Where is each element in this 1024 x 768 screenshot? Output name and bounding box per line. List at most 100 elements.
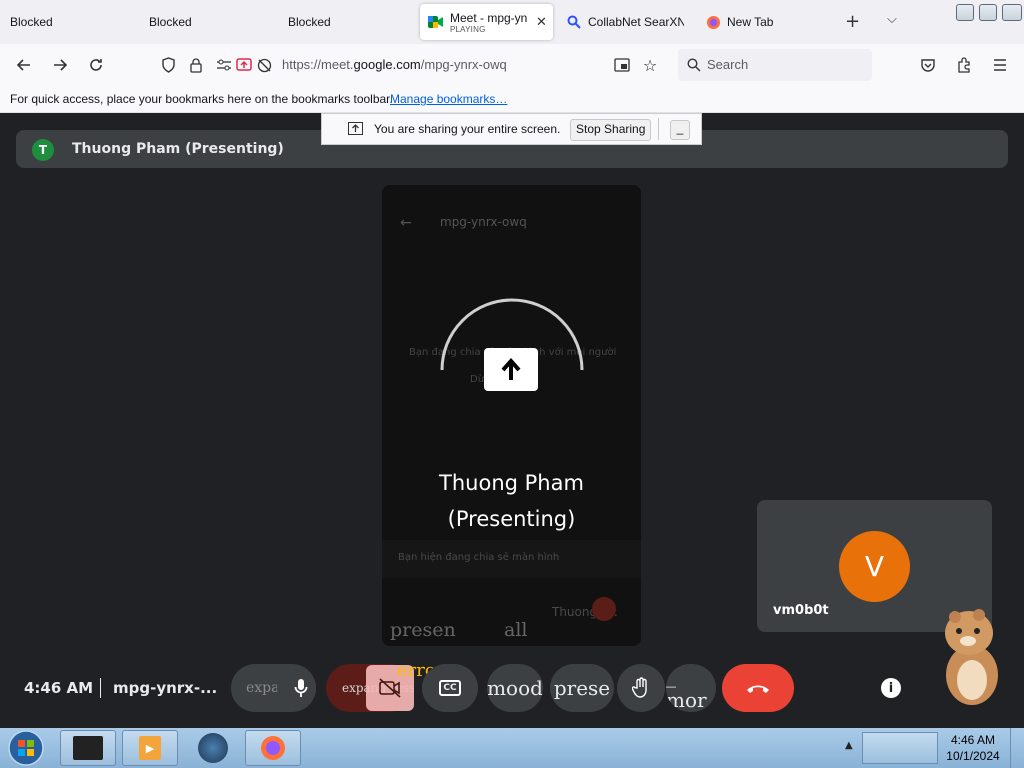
windows-logo-icon [8, 730, 44, 766]
hang-up-phone-icon [747, 685, 769, 693]
raise-hand-icon [632, 677, 647, 698]
toolbar-divider [100, 678, 101, 698]
mood-label: mood [487, 676, 543, 700]
permissions-icon[interactable] [214, 55, 234, 75]
navigation-toolbar: https://meet.google.com/mpg-ynrx-owq ☆ S… [0, 44, 1024, 86]
new-tab-plus-icon[interactable]: + [845, 11, 860, 32]
url-path: /mpg-ynrx-owq [420, 57, 507, 72]
broken-present-label: presen [390, 619, 456, 641]
search-icon [566, 14, 582, 30]
start-button[interactable] [6, 730, 46, 766]
forward-arrow-icon[interactable] [50, 55, 70, 75]
present-screen-button[interactable]: prese [550, 664, 614, 712]
taskbar-date: 10/1/2024 [946, 749, 1000, 763]
meeting-details-info-icon[interactable]: i [881, 678, 901, 698]
back-arrow-icon[interactable] [14, 55, 34, 75]
stop-sharing-button[interactable]: Stop Sharing [570, 119, 652, 141]
show-desktop-button[interactable] [1010, 728, 1024, 768]
tab-title: Blocked [149, 15, 192, 29]
url-domain: google.com [353, 57, 421, 72]
minimize-notice-button[interactable]: _ [670, 120, 690, 140]
screen-share-indicator-icon[interactable] [234, 55, 254, 75]
tab-title: New Tab [727, 15, 774, 29]
bookmark-star-icon[interactable]: ☆ [640, 55, 660, 75]
search-placeholder: Search [707, 57, 749, 72]
broken-all-label: all [504, 619, 528, 641]
extensions-puzzle-icon[interactable] [954, 55, 974, 75]
notice-divider [658, 118, 659, 140]
search-input[interactable]: Search [678, 49, 872, 81]
firefox-icon [261, 736, 285, 760]
tab-meet[interactable]: Meet - mpg-yn PLAYING ✕ [420, 4, 553, 40]
presenter-bar-label: Thuong Pham (Presenting) [72, 141, 284, 157]
self-avatar: V [839, 531, 910, 602]
microphone-icon[interactable] [277, 664, 316, 712]
phone-hangup-icon [592, 597, 616, 621]
phone-banner-text: Bạn hiện đang chia sẻ màn hình [398, 552, 560, 563]
tracking-protection-shield-icon[interactable] [158, 55, 178, 75]
taskbar-clock[interactable]: 4:46 AM 10/1/2024 [940, 732, 1006, 764]
pocket-icon[interactable] [918, 55, 938, 75]
more-label: _ mor [666, 664, 707, 712]
more-options-button[interactable]: _ mor [666, 664, 716, 712]
list-tabs-chevron-icon[interactable]: ⌵ [887, 12, 897, 27]
taskbar-app-terminal[interactable] [60, 730, 116, 766]
network-globe-icon[interactable] [198, 733, 228, 763]
search-icon [684, 55, 704, 75]
reactions-button[interactable]: mood [487, 664, 543, 712]
restore-window-button[interactable] [979, 4, 997, 21]
tab-title: Blocked [10, 15, 53, 29]
phone-back-arrow-icon: ← [400, 215, 412, 231]
url-prefix: https://meet. [282, 57, 354, 72]
system-tray-icons[interactable] [862, 732, 938, 764]
share-screen-icon [348, 122, 363, 138]
tab-playing-label: PLAYING [450, 24, 486, 34]
lock-icon[interactable] [186, 55, 206, 75]
taskbar-time: 4:46 AM [950, 733, 996, 747]
meeting-clock: 4:46 AM [24, 679, 94, 697]
presenter-avatar: T [32, 139, 54, 161]
autoplay-blocked-icon[interactable] [254, 55, 274, 75]
sharing-notice-text: You are sharing your entire screen. [374, 122, 561, 136]
presenter-tile-name: Thuong Pham (Presenting) [382, 465, 641, 537]
hamburger-menu-icon[interactable] [990, 55, 1010, 75]
captions-button[interactable]: CC [422, 664, 478, 712]
url-text[interactable]: https://meet.google.com/mpg-ynrx-owq [282, 57, 507, 72]
mic-control[interactable]: expa [231, 664, 316, 712]
tab-title: Meet - mpg-yn [450, 10, 528, 25]
tab-blocked-3[interactable]: Blocked [280, 4, 415, 40]
raise-hand-button[interactable] [617, 664, 665, 712]
os-taskbar: ▶ ▲ 4:46 AM 10/1/2024 [0, 728, 1024, 768]
sharing-indicator: You are sharing your entire screen. Stop… [321, 113, 702, 145]
taskbar-app-media-player[interactable]: ▶ [122, 730, 178, 766]
tab-new-tab[interactable]: New Tab [697, 4, 832, 40]
reload-icon[interactable] [86, 55, 106, 75]
upload-arrow-icon [484, 348, 538, 391]
firefox-icon [705, 14, 721, 30]
tab-title: Blocked [288, 15, 331, 29]
closed-captions-icon: CC [439, 680, 461, 696]
tab-blocked-2[interactable]: Blocked [140, 4, 275, 40]
close-tab-icon[interactable]: ✕ [536, 14, 547, 30]
leave-call-button[interactable] [722, 664, 794, 712]
url-bar[interactable]: https://meet.google.com/mpg-ynrx-owq ☆ [152, 49, 672, 81]
bookmarks-hint-text: For quick access, place your bookmarks h… [10, 92, 393, 106]
show-hidden-icons-arrow[interactable]: ▲ [840, 728, 860, 768]
manage-bookmarks-link[interactable]: Manage bookmarks… [390, 92, 507, 106]
presenter-name-line1: Thuong Pham [439, 471, 584, 495]
phone-meeting-code: mpg-ynrx-owq [440, 215, 527, 229]
picture-in-picture-icon[interactable] [612, 55, 632, 75]
self-name: vm0b0t [773, 603, 829, 618]
minimize-window-button[interactable] [956, 4, 974, 21]
google-meet-icon [428, 14, 444, 30]
present-label: prese [553, 676, 611, 700]
expand-options-label[interactable]: expa [246, 680, 280, 696]
tab-blocked-1[interactable]: Blocked [0, 4, 135, 40]
close-window-button[interactable] [1002, 4, 1022, 21]
bookmarks-toolbar: For quick access, place your bookmarks h… [0, 86, 1024, 113]
tab-title: CollabNet SearXN [588, 15, 684, 29]
phone-banner: Bạn hiện đang chia sẻ màn hình [382, 540, 641, 578]
tab-collabnet[interactable]: CollabNet SearXN [558, 4, 693, 40]
taskbar-app-firefox[interactable] [245, 730, 301, 766]
meeting-code-label: mpg-ynrx-... [113, 679, 218, 697]
